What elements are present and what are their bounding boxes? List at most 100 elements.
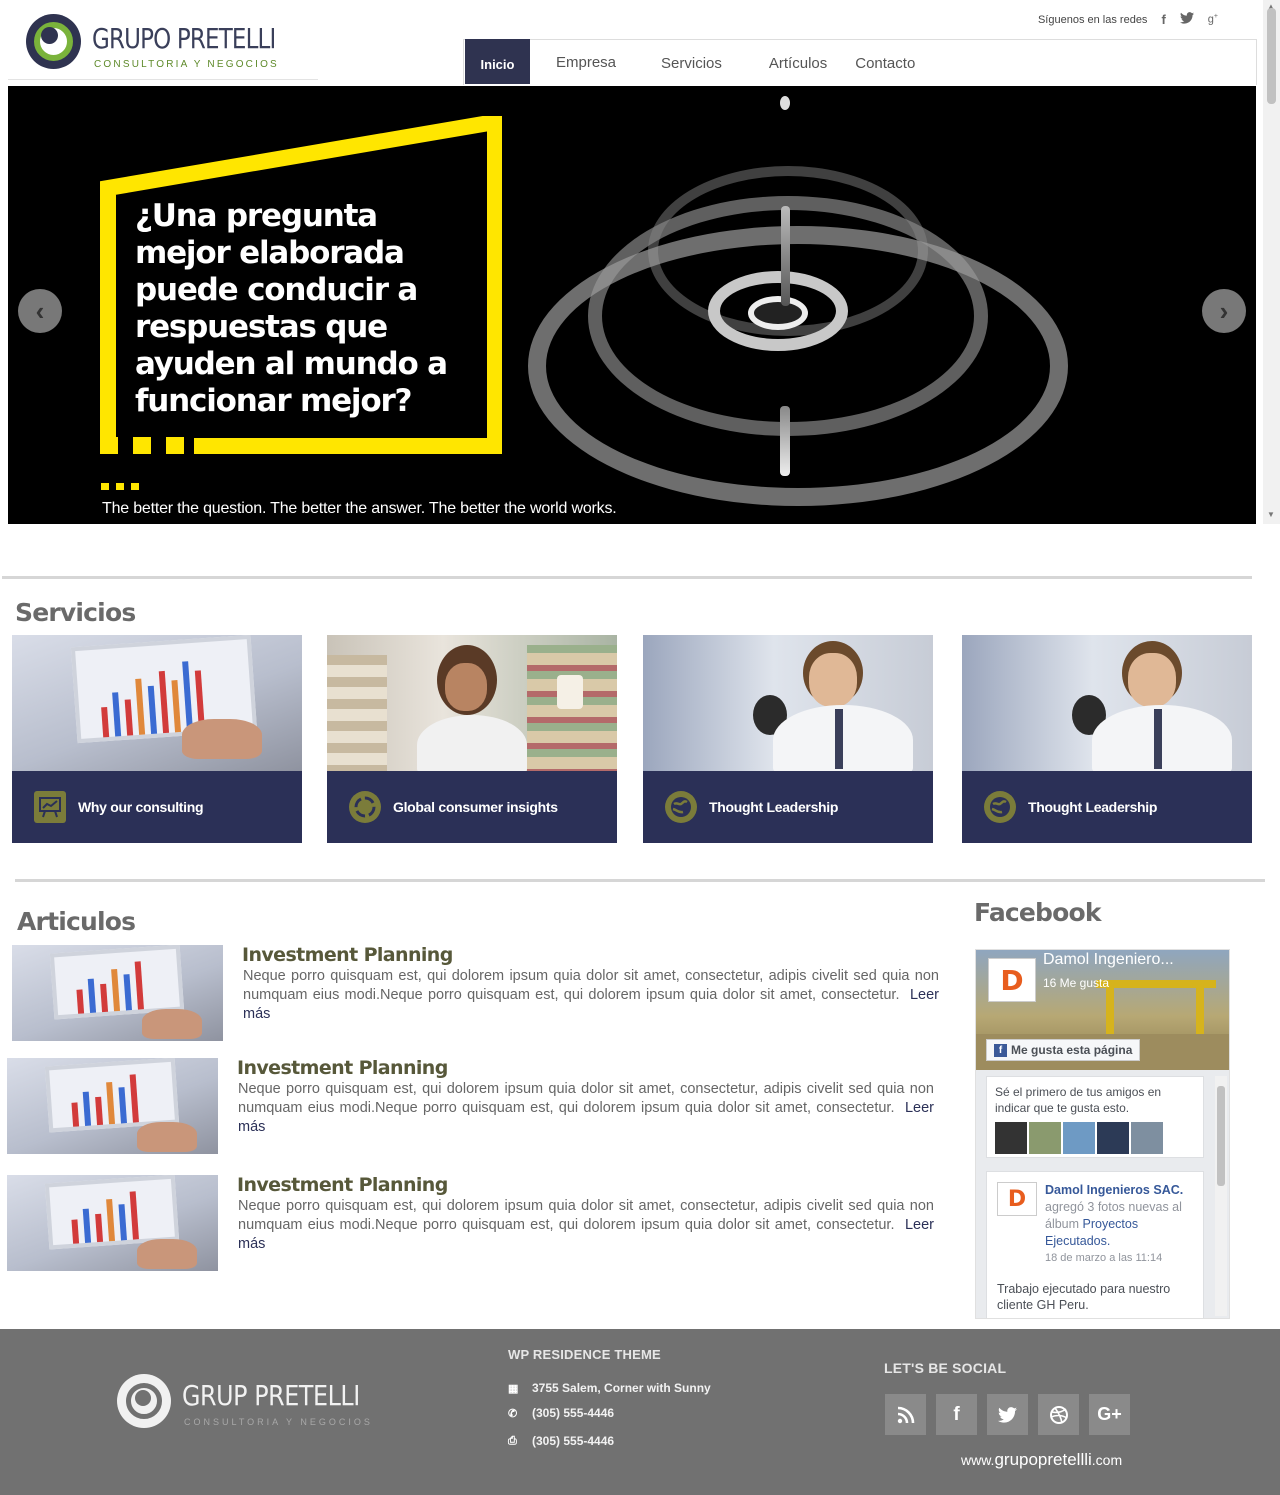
service-card-label: Why our consulting [78,799,204,815]
footer-contact-title: WP RESIDENCE THEME [508,1347,661,1362]
google-plus-icon[interactable]: G+ [1089,1394,1130,1435]
hero-headline: ¿Una pregunta mejor elaborada puede cond… [135,198,448,419]
ripple-shape [748,296,808,330]
dribbble-icon[interactable] [1038,1394,1079,1435]
hero-accent-square [166,437,184,454]
service-card-label: Thought Leadership [709,799,839,815]
facebook-icon[interactable]: f [936,1394,977,1435]
facebook-friends-box: Sé el primero de tus amigos en indicar q… [986,1076,1204,1158]
chart-board-icon [34,791,66,823]
footer: GRUP PRETELLI CONSULTORIA Y NEGOCIOS WP … [0,1329,1280,1495]
article-thumbnail[interactable] [7,1058,218,1154]
footer-logo-mark[interactable] [117,1374,171,1428]
friend-avatar[interactable] [1029,1122,1061,1154]
facebook-page-name[interactable]: Damol Ingeniero... [1043,951,1174,969]
nav-servicios[interactable]: Servicios [661,39,722,84]
articulos-title: Articulos [17,907,136,936]
footer-website[interactable]: www.grupopretellli.com [961,1450,1122,1470]
facebook-like-count: 16 Me gusta [1043,976,1110,990]
facebook-scrollbar[interactable] [1215,1076,1227,1316]
phone-icon: ✆ [508,1407,518,1420]
hero-accent-dot [131,483,139,490]
friend-avatar[interactable] [1097,1122,1129,1154]
header-social: Síguenos en las redes f g+ [1038,12,1218,27]
header-divider [8,79,318,80]
facebook-icon: f [994,1043,1007,1057]
service-card[interactable]: Why our consulting [12,635,302,843]
post-author[interactable]: Damol Ingenieros SAC. [1045,1183,1183,1197]
nav-empresa[interactable]: Empresa [556,39,616,84]
article-thumbnail[interactable] [12,945,223,1041]
water-column [781,206,790,306]
facebook-title: Facebook [974,898,1102,927]
printer-icon: ⎙ [508,1434,517,1447]
service-photo [12,635,302,771]
hero-accent-square [100,437,118,454]
footer-fax: ⎙ (305) 555-4446 [508,1434,615,1448]
logo-title[interactable]: GRUPO PRETELLI [92,22,276,55]
section-divider [15,879,1265,882]
service-card-label: Thought Leadership [1028,799,1158,815]
article-excerpt: Neque porro quisquam est, qui dolorem ip… [243,968,939,1022]
chevron-left-icon: ‹ [35,295,45,326]
footer-social-buttons: f G+ [885,1394,1130,1435]
nav-inicio[interactable]: Inicio [465,39,530,84]
globe-icon [984,791,1016,823]
footer-logo-subtitle: CONSULTORIA Y NEGOCIOS [184,1417,373,1427]
nav-articulos[interactable]: Artículos [769,39,827,84]
service-card[interactable]: Global consumer insights [327,635,617,843]
globe-icon [665,791,697,823]
article-title[interactable]: Investment Planning [237,1174,448,1196]
nav-contacto[interactable]: Contacto [855,39,915,84]
rss-icon[interactable] [885,1394,926,1435]
facebook-friends-text: Sé el primero de tus amigos en indicar q… [995,1085,1162,1115]
facebook-widget: D Damol Ingeniero... 16 Me gusta f Me gu… [975,949,1230,1319]
footer-logo-title[interactable]: GRUP PRETELLI [182,1379,360,1412]
post-date[interactable]: 18 de marzo a las 11:14 [1045,1250,1193,1267]
service-card[interactable]: Thought Leadership [643,635,933,843]
slider-prev-button[interactable]: ‹ [18,289,62,333]
service-photo [962,635,1252,775]
friend-avatar[interactable] [995,1122,1027,1154]
facebook-page-avatar[interactable]: D [988,958,1036,1002]
post-avatar[interactable]: D [997,1182,1037,1216]
footer-social-title: LET'S BE SOCIAL [884,1360,1007,1376]
footer-address: ▦ 3755 Salem, Corner with Sunny [508,1381,711,1395]
post-text: Trabajo ejecutado para nuestro cliente G… [997,1282,1171,1312]
friend-avatar[interactable] [1131,1122,1163,1154]
cycle-icon [349,791,381,823]
twitter-icon[interactable] [1179,12,1194,27]
friend-avatar[interactable] [1063,1122,1095,1154]
logo-mark[interactable] [26,14,81,69]
footer-phone[interactable]: ✆ (305) 555-4446 [508,1406,614,1420]
page-scrollbar[interactable]: ▲ ▼ [1263,0,1280,524]
water-drop [780,96,790,110]
slider-next-button[interactable]: › [1202,289,1246,333]
twitter-icon[interactable] [987,1394,1028,1435]
hero-accent-dot [116,483,124,490]
facebook-post: D Damol Ingenieros SAC. agregó 3 fotos n… [986,1171,1204,1318]
hero-accent-square [133,437,151,454]
servicios-title: Servicios [15,598,136,627]
hero-accent-dot [101,483,109,490]
article-excerpt: Neque porro quisquam est, qui dolorem ip… [238,1198,934,1252]
service-card[interactable]: Thought Leadership [962,635,1252,843]
facebook-like-button[interactable]: f Me gusta esta página [986,1039,1141,1061]
article-title[interactable]: Investment Planning [237,1057,448,1079]
article-thumbnail[interactable] [7,1175,218,1271]
chevron-right-icon: › [1219,295,1229,326]
building-icon: ▦ [508,1382,519,1395]
water-column [780,406,790,476]
ripple-shape [528,226,1068,506]
social-label: Síguenos en las redes [1037,13,1148,26]
facebook-icon[interactable]: f [1161,12,1165,27]
section-divider [2,576,1252,579]
article-excerpt: Neque porro quisquam est, qui dolorem ip… [238,1081,934,1135]
service-photo [327,635,617,775]
hero-tagline: The better the question. The better the … [102,500,617,517]
article-title[interactable]: Investment Planning [242,944,453,966]
service-card-label: Global consumer insights [393,799,558,815]
google-plus-icon[interactable]: g+ [1208,13,1218,26]
main-nav: Inicio Empresa Servicios Artículos Conta… [465,39,915,84]
service-photo [643,635,933,775]
